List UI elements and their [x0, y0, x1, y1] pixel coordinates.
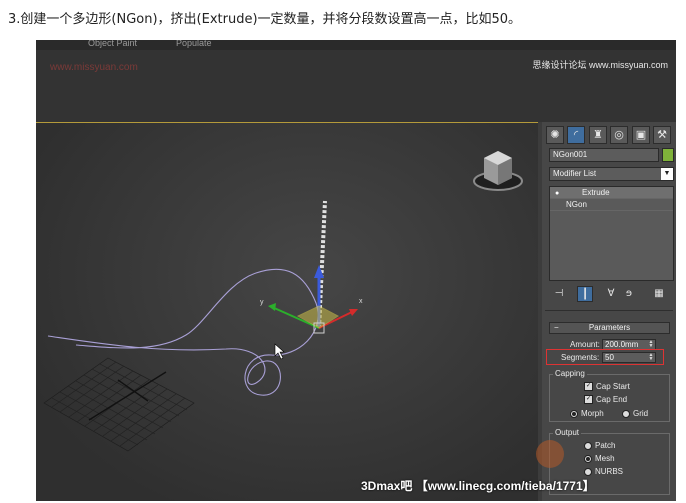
- chevron-down-icon[interactable]: ▼: [661, 168, 673, 180]
- menu-item-populate[interactable]: Populate: [176, 40, 212, 48]
- remove-modifier-icon[interactable]: ɘ: [621, 286, 637, 302]
- ground-grid: [43, 357, 195, 452]
- segments-value: 50: [605, 353, 614, 362]
- stack-item-label: NGon: [566, 200, 587, 209]
- capping-group: Capping ✓ Cap Start ✓ Cap End Morph Grid: [549, 369, 670, 422]
- nurbs-label: NURBS: [595, 467, 624, 476]
- show-end-result-icon[interactable]: ┃: [577, 286, 593, 302]
- stack-item-extrude[interactable]: ● Extrude: [550, 187, 673, 199]
- cap-start-label: Cap Start: [596, 382, 630, 391]
- lightbulb-icon[interactable]: ●: [555, 188, 559, 199]
- grid-radio[interactable]: Grid: [622, 409, 648, 418]
- perspective-viewport[interactable]: y x: [36, 122, 538, 501]
- cap-end-label: Cap End: [596, 395, 628, 404]
- stack-toolbar: ⊣ ┃ ∀ ɘ ▦: [549, 286, 674, 302]
- parameters-rollout-header[interactable]: − Parameters: [549, 322, 670, 334]
- object-color-swatch[interactable]: [662, 148, 674, 162]
- pin-stack-icon[interactable]: ⊣: [551, 286, 567, 302]
- motion-tab-icon[interactable]: ◎: [610, 126, 628, 144]
- stack-item-label: Extrude: [582, 188, 610, 197]
- radio-selected-icon: [584, 454, 592, 463]
- modifier-stack[interactable]: ● Extrude NGon: [549, 186, 674, 281]
- display-tab-icon[interactable]: ▣: [632, 126, 650, 144]
- mesh-radio[interactable]: Mesh: [584, 454, 615, 463]
- view-cube: [473, 151, 523, 191]
- tutorial-caption: 3.创建一个多边形(NGon)，挤出(Extrude)一定数量，并将分段数设置高…: [8, 12, 522, 27]
- menu-item-object-paint[interactable]: Object Paint: [88, 40, 137, 48]
- watermark-red: www.missyuan.com: [50, 62, 138, 73]
- modifier-list-label: Modifier List: [553, 169, 597, 178]
- hierarchy-tab-icon[interactable]: ♜: [589, 126, 607, 144]
- modify-tab-icon[interactable]: ◜: [567, 126, 585, 144]
- radio-icon: [584, 441, 592, 450]
- utilities-tab-icon[interactable]: ⚒: [653, 126, 671, 144]
- grid-label: Grid: [633, 409, 649, 418]
- checkmark-icon: ✓: [584, 395, 593, 405]
- viewport-scene: y x: [43, 151, 523, 452]
- create-tab-icon[interactable]: ✺: [546, 126, 564, 144]
- patch-radio[interactable]: Patch: [584, 441, 615, 450]
- spinner-arrows-icon[interactable]: ▲ ▼: [647, 340, 655, 349]
- watermark-bottom: 3Dmax吧 【www.linecg.com/tieba/1771】: [361, 479, 595, 493]
- output-title: Output: [553, 428, 582, 437]
- segments-spinner[interactable]: 50 ▲ ▼: [602, 352, 656, 363]
- collapse-icon: −: [554, 323, 559, 332]
- segments-label: Segments:: [561, 353, 600, 362]
- max-screenshot: Object Paint Populate www.missyuan.com 思…: [36, 40, 676, 501]
- stack-item-ngon[interactable]: NGon: [550, 199, 673, 211]
- radio-selected-icon: [570, 409, 578, 418]
- modifier-list-dropdown[interactable]: Modifier List ▼: [549, 167, 674, 181]
- radio-icon: [584, 467, 592, 476]
- svg-text:x: x: [359, 298, 363, 305]
- watermark-top-right: 思缘设计论坛 www.missyuan.com: [532, 60, 668, 70]
- cap-end-checkbox[interactable]: ✓ Cap End: [584, 395, 628, 405]
- menu-bar: Object Paint Populate: [36, 40, 676, 50]
- make-unique-icon[interactable]: ∀: [603, 286, 619, 302]
- ngon-shape-curve: [47, 268, 319, 396]
- command-panel-tabs: ✺ ◜ ♜ ◎ ▣ ⚒: [546, 126, 674, 144]
- configure-sets-icon[interactable]: ▦: [651, 286, 667, 302]
- mouse-cursor: [274, 343, 285, 360]
- spinner-arrows-icon[interactable]: ▲ ▼: [647, 353, 655, 362]
- patch-label: Patch: [595, 441, 616, 450]
- transform-gizmo: y x: [260, 265, 363, 334]
- capping-title: Capping: [553, 369, 587, 378]
- morph-label: Morph: [581, 409, 604, 418]
- cap-start-checkbox[interactable]: ✓ Cap Start: [584, 382, 630, 392]
- mesh-label: Mesh: [595, 454, 615, 463]
- svg-text:y: y: [260, 299, 264, 306]
- morph-radio[interactable]: Morph: [570, 409, 604, 418]
- checkmark-icon: ✓: [584, 382, 593, 392]
- amount-label: Amount:: [570, 340, 600, 349]
- nurbs-radio[interactable]: NURBS: [584, 467, 623, 476]
- amount-value: 200.0mm: [605, 340, 639, 349]
- watermark-logo-icon: [536, 440, 564, 468]
- parameters-title: Parameters: [588, 323, 631, 332]
- radio-icon: [622, 409, 630, 418]
- command-panel: ✺ ◜ ♜ ◎ ▣ ⚒ NGon001 Modifier List ▼ ● Ex…: [542, 122, 676, 501]
- ribbon-area: www.missyuan.com 思缘设计论坛 www.missyuan.com: [36, 50, 676, 122]
- object-name-field[interactable]: NGon001: [549, 148, 659, 162]
- panel-divider: [545, 310, 673, 311]
